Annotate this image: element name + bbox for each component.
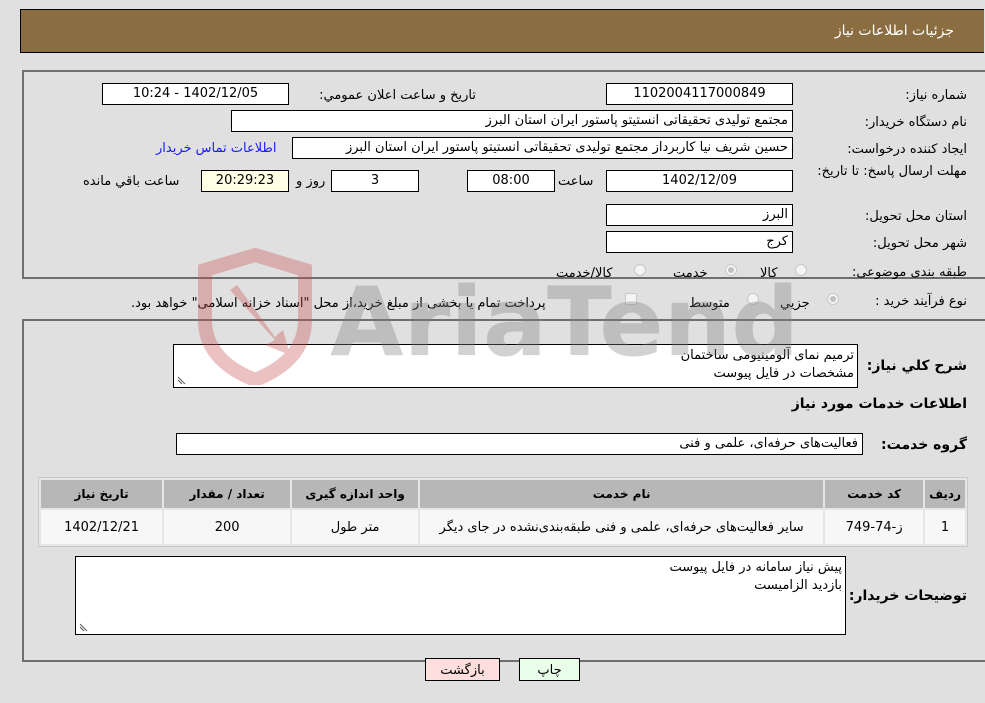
description-label: شرح كلي نياز:	[866, 358, 967, 374]
remaining-time-label: ساعت باقي مانده	[83, 174, 180, 189]
deadline-label: مهلت ارسال پاسخ: تا تاریخ:	[817, 164, 967, 179]
service-group-label: گروه خدمت:	[881, 437, 967, 453]
process-label-medium: متوسط	[689, 296, 730, 311]
table-row: 1 ز-74-749 سایر فعالیت‌های حرفه‌ای، علمی…	[41, 510, 965, 544]
buyer-notes-line: بازدید الزامیست	[754, 578, 842, 593]
cell-unit: متر طول	[292, 510, 419, 544]
category-label-goods: کالا	[760, 266, 778, 281]
process-label-minor: جزيي	[780, 296, 810, 311]
category-label: طبقه بندی موضوعی:	[851, 265, 967, 280]
cell-service-code: ز-74-749	[825, 510, 924, 544]
col-header-unit: واحد اندازه گیری	[292, 480, 419, 508]
buyer-org-label: نام دستگاه خريدار:	[864, 115, 967, 130]
description-textarea[interactable]: ترمیم نمای آلومینیومی ساختمان مشخصات در …	[173, 344, 858, 388]
province-field: البرز	[606, 204, 793, 226]
process-type-label: نوع فرآيند خريد :	[875, 294, 967, 309]
resize-grip-icon[interactable]	[79, 623, 88, 632]
category-label-service: خدمت	[673, 266, 708, 281]
category-label-goods-service: کالا/خدمت	[556, 266, 613, 281]
category-radio-service[interactable]	[725, 264, 737, 276]
treasury-bonds-label: پرداخت تمام یا بخشی از مبلغ خرید،از محل …	[131, 296, 546, 311]
creator-field: حسین شریف نیا کاربرداز مجتمع تولیدی تحقی…	[292, 137, 793, 159]
buyer-org-field: مجتمع تولیدی تحقیقاتی انستیتو پاستور ایر…	[231, 110, 793, 132]
announce-date-label: تاریخ و ساعت اعلان عمومي:	[319, 88, 476, 103]
deadline-hour-label: ساعت	[558, 174, 594, 189]
description-line: ترمیم نمای آلومینیومی ساختمان	[680, 348, 854, 363]
back-button[interactable]: بازگشت	[425, 658, 500, 681]
days-remaining-field: 3	[331, 170, 419, 192]
services-table: ردیف کد خدمت نام خدمت واحد اندازه گیری ت…	[38, 477, 968, 547]
table-header-row: ردیف کد خدمت نام خدمت واحد اندازه گیری ت…	[41, 480, 965, 508]
cell-service-name: سایر فعالیت‌های حرفه‌ای، علمی و فنی طبقه…	[420, 510, 824, 544]
remaining-time-field: 20:29:23	[201, 170, 289, 192]
cell-quantity: 200	[164, 510, 291, 544]
creator-label: ايجاد کننده درخواست:	[847, 142, 967, 157]
category-radio-goods-service[interactable]	[634, 264, 646, 276]
category-radio-goods[interactable]	[795, 264, 807, 276]
buyer-contact-link[interactable]: اطلاعات تماس خريدار	[156, 141, 276, 156]
days-label: روز و	[296, 174, 326, 189]
treasury-bonds-checkbox[interactable]	[625, 293, 637, 305]
city-field: کرج	[606, 231, 793, 253]
buyer-notes-label: توضيحات خريدار:	[848, 588, 967, 604]
col-header-row-no: ردیف	[925, 480, 965, 508]
need-number-field: 1102004117000849	[606, 83, 793, 105]
announce-date-field: 1402/12/05 - 10:24	[102, 83, 289, 105]
deadline-time-field: 08:00	[467, 170, 555, 192]
description-line: مشخصات در فایل پیوست	[713, 366, 854, 381]
col-header-need-date: تاریخ نیاز	[41, 480, 163, 508]
col-header-service-code: کد خدمت	[825, 480, 924, 508]
services-section-title: اطلاعات خدمات مورد نياز	[791, 396, 967, 412]
buyer-notes-line: پیش نیاز سامانه در فایل پیوست	[669, 560, 842, 575]
cell-row-no: 1	[925, 510, 965, 544]
need-number-label: شماره نیاز:	[905, 88, 967, 103]
col-header-quantity: تعداد / مقدار	[164, 480, 291, 508]
process-radio-minor[interactable]	[827, 293, 839, 305]
page-title: جزئیات اطلاعات نیاز	[834, 23, 954, 39]
deadline-date-field: 1402/12/09	[606, 170, 793, 192]
resize-grip-icon[interactable]	[177, 376, 186, 385]
cell-need-date: 1402/12/21	[41, 510, 163, 544]
city-label: شهر محل تحويل:	[872, 236, 967, 251]
process-radio-medium[interactable]	[747, 293, 759, 305]
province-label: استان محل تحويل:	[865, 209, 967, 224]
col-header-service-name: نام خدمت	[420, 480, 824, 508]
service-group-field: فعالیت‌های حرفه‌ای، علمی و فنی	[176, 433, 863, 455]
buyer-notes-textarea[interactable]: پیش نیاز سامانه در فایل پیوست بازدید الز…	[75, 556, 846, 635]
print-button[interactable]: چاپ	[519, 658, 580, 681]
page-header: جزئیات اطلاعات نیاز	[20, 9, 984, 53]
